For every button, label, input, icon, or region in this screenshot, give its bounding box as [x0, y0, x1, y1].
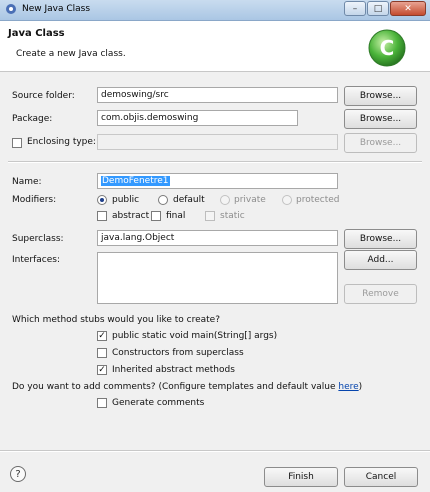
inherited-methods-label: Inherited abstract methods — [112, 365, 235, 375]
default-radio[interactable] — [158, 195, 168, 205]
modifiers-label: Modifiers: — [12, 195, 57, 205]
banner-title: Java Class — [8, 28, 65, 39]
comments-question-text: Do you want to add comments? (Configure … — [12, 382, 339, 392]
constructors-checkbox[interactable] — [97, 348, 107, 358]
banner-description: Create a new Java class. — [16, 49, 126, 59]
constructors-label: Constructors from superclass — [112, 348, 244, 358]
static-checkbox[interactable] — [205, 211, 215, 221]
help-icon[interactable]: ? — [10, 466, 26, 482]
separator — [8, 161, 422, 163]
interfaces-list[interactable] — [97, 252, 338, 304]
svg-text:C: C — [380, 36, 395, 60]
cancel-button[interactable]: Cancel — [344, 467, 418, 487]
superclass-browse-button[interactable]: Browse... — [344, 229, 417, 249]
name-label: Name: — [12, 177, 42, 187]
superclass-label: Superclass: — [12, 234, 64, 244]
templates-link[interactable]: here — [338, 382, 358, 392]
close-button[interactable]: ✕ — [390, 1, 426, 16]
main-method-checkbox[interactable]: ✓ — [97, 331, 107, 341]
finish-button[interactable]: Finish — [264, 467, 338, 487]
enclosing-type-label: Enclosing type: — [27, 137, 96, 147]
source-folder-field[interactable]: demoswing/src — [97, 87, 338, 103]
main-method-label: public static void main(String[] args) — [112, 331, 278, 341]
stubs-question: Which method stubs would you like to cre… — [12, 315, 220, 325]
footer-separator — [0, 450, 430, 452]
package-label: Package: — [12, 114, 53, 124]
comments-question: Do you want to add comments? (Configure … — [12, 382, 362, 392]
package-field[interactable]: com.objis.demoswing — [97, 110, 298, 126]
protected-radio[interactable] — [282, 195, 292, 205]
static-label: static — [220, 211, 245, 221]
public-label: public — [112, 195, 140, 205]
generate-comments-checkbox[interactable] — [97, 398, 107, 408]
java-class-icon: C — [368, 29, 406, 67]
name-field[interactable]: DemoFenetre1 — [97, 173, 338, 189]
enclosing-type-browse-button[interactable]: Browse... — [344, 133, 417, 153]
check-icon: ✓ — [98, 365, 106, 375]
final-checkbox[interactable] — [151, 211, 161, 221]
generate-comments-label: Generate comments — [112, 398, 205, 408]
interfaces-label: Interfaces: — [12, 255, 61, 265]
maximize-button[interactable]: □ — [367, 1, 389, 16]
enclosing-type-checkbox[interactable] — [12, 138, 22, 148]
final-label: final — [166, 211, 186, 221]
remove-interface-button[interactable]: Remove — [344, 284, 417, 304]
app-icon — [6, 4, 16, 14]
minimize-button[interactable]: – — [344, 1, 366, 16]
check-icon: ✓ — [98, 331, 106, 341]
comments-question-end: ) — [358, 382, 363, 392]
abstract-checkbox[interactable] — [97, 211, 107, 221]
window-title: New Java Class — [22, 4, 91, 14]
protected-label: protected — [296, 195, 340, 205]
abstract-label: abstract — [112, 211, 150, 221]
public-radio[interactable] — [97, 195, 107, 205]
inherited-methods-checkbox[interactable]: ✓ — [97, 365, 107, 375]
enclosing-type-field[interactable] — [97, 134, 338, 150]
private-radio[interactable] — [220, 195, 230, 205]
superclass-field[interactable]: java.lang.Object — [97, 230, 338, 246]
source-folder-label: Source folder: — [12, 91, 75, 101]
package-browse-button[interactable]: Browse... — [344, 109, 417, 129]
add-interface-button[interactable]: Add... — [344, 250, 417, 270]
default-label: default — [173, 195, 205, 205]
private-label: private — [234, 195, 266, 205]
source-folder-browse-button[interactable]: Browse... — [344, 86, 417, 106]
name-value: DemoFenetre1 — [101, 176, 170, 186]
